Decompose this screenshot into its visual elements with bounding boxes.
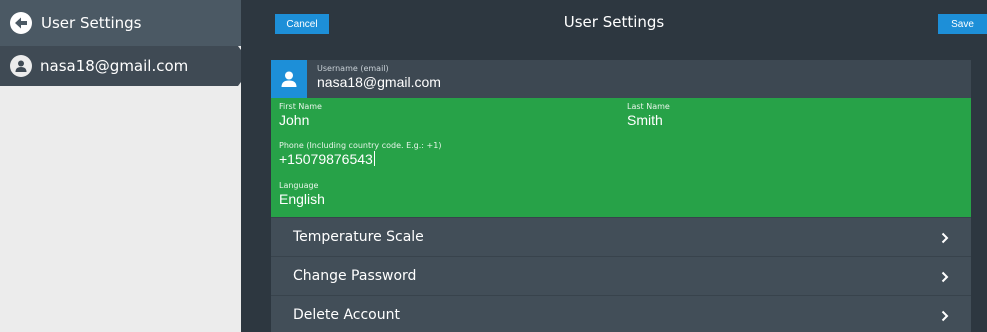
temperature-scale-label: Temperature Scale [293, 229, 424, 245]
last-name-label: Last Name [627, 102, 670, 111]
change-password-row[interactable]: Change Password [271, 256, 971, 295]
temperature-scale-row[interactable]: Temperature Scale [271, 217, 971, 256]
sidebar-header-back[interactable]: User Settings [0, 0, 241, 46]
user-icon [10, 55, 32, 77]
back-arrow-icon[interactable] [10, 12, 32, 34]
phone-value: +15079876543 [279, 151, 373, 167]
chevron-right-icon [941, 310, 949, 326]
profile-form: First Name John Last Name Smith Phone (I… [271, 98, 971, 217]
save-button[interactable]: Save [938, 14, 987, 34]
last-name-field[interactable]: Smith [627, 112, 663, 128]
chevron-right-icon [941, 271, 949, 287]
settings-card: Username (email) nasa18@gmail.com First … [271, 60, 971, 332]
language-select[interactable]: English [279, 191, 325, 207]
top-bar: Cancel User Settings Save [241, 0, 987, 46]
phone-label: Phone (Including country code. E.g.: +1) [279, 141, 442, 150]
username-row: Username (email) nasa18@gmail.com [271, 60, 971, 98]
delete-account-label: Delete Account [293, 307, 400, 323]
sidebar-item-account[interactable]: nasa18@gmail.com [0, 46, 253, 86]
main-panel: Cancel User Settings Save Username (emai… [241, 0, 987, 332]
username-label: Username (email) [317, 64, 389, 73]
delete-account-row[interactable]: Delete Account [271, 295, 971, 332]
user-icon [271, 60, 307, 98]
sidebar-item-label: nasa18@gmail.com [40, 57, 189, 75]
language-label: Language [279, 181, 319, 190]
phone-field[interactable]: +15079876543 [279, 151, 375, 167]
first-name-field[interactable]: John [279, 112, 309, 128]
text-cursor [373, 151, 375, 166]
chevron-right-icon [941, 232, 949, 248]
first-name-label: First Name [279, 102, 322, 111]
sidebar-title: User Settings [41, 14, 142, 32]
page-title: User Settings [563, 13, 665, 31]
sidebar: User Settings nasa18@gmail.com [0, 0, 253, 332]
username-value: nasa18@gmail.com [317, 74, 441, 90]
change-password-label: Change Password [293, 268, 417, 284]
